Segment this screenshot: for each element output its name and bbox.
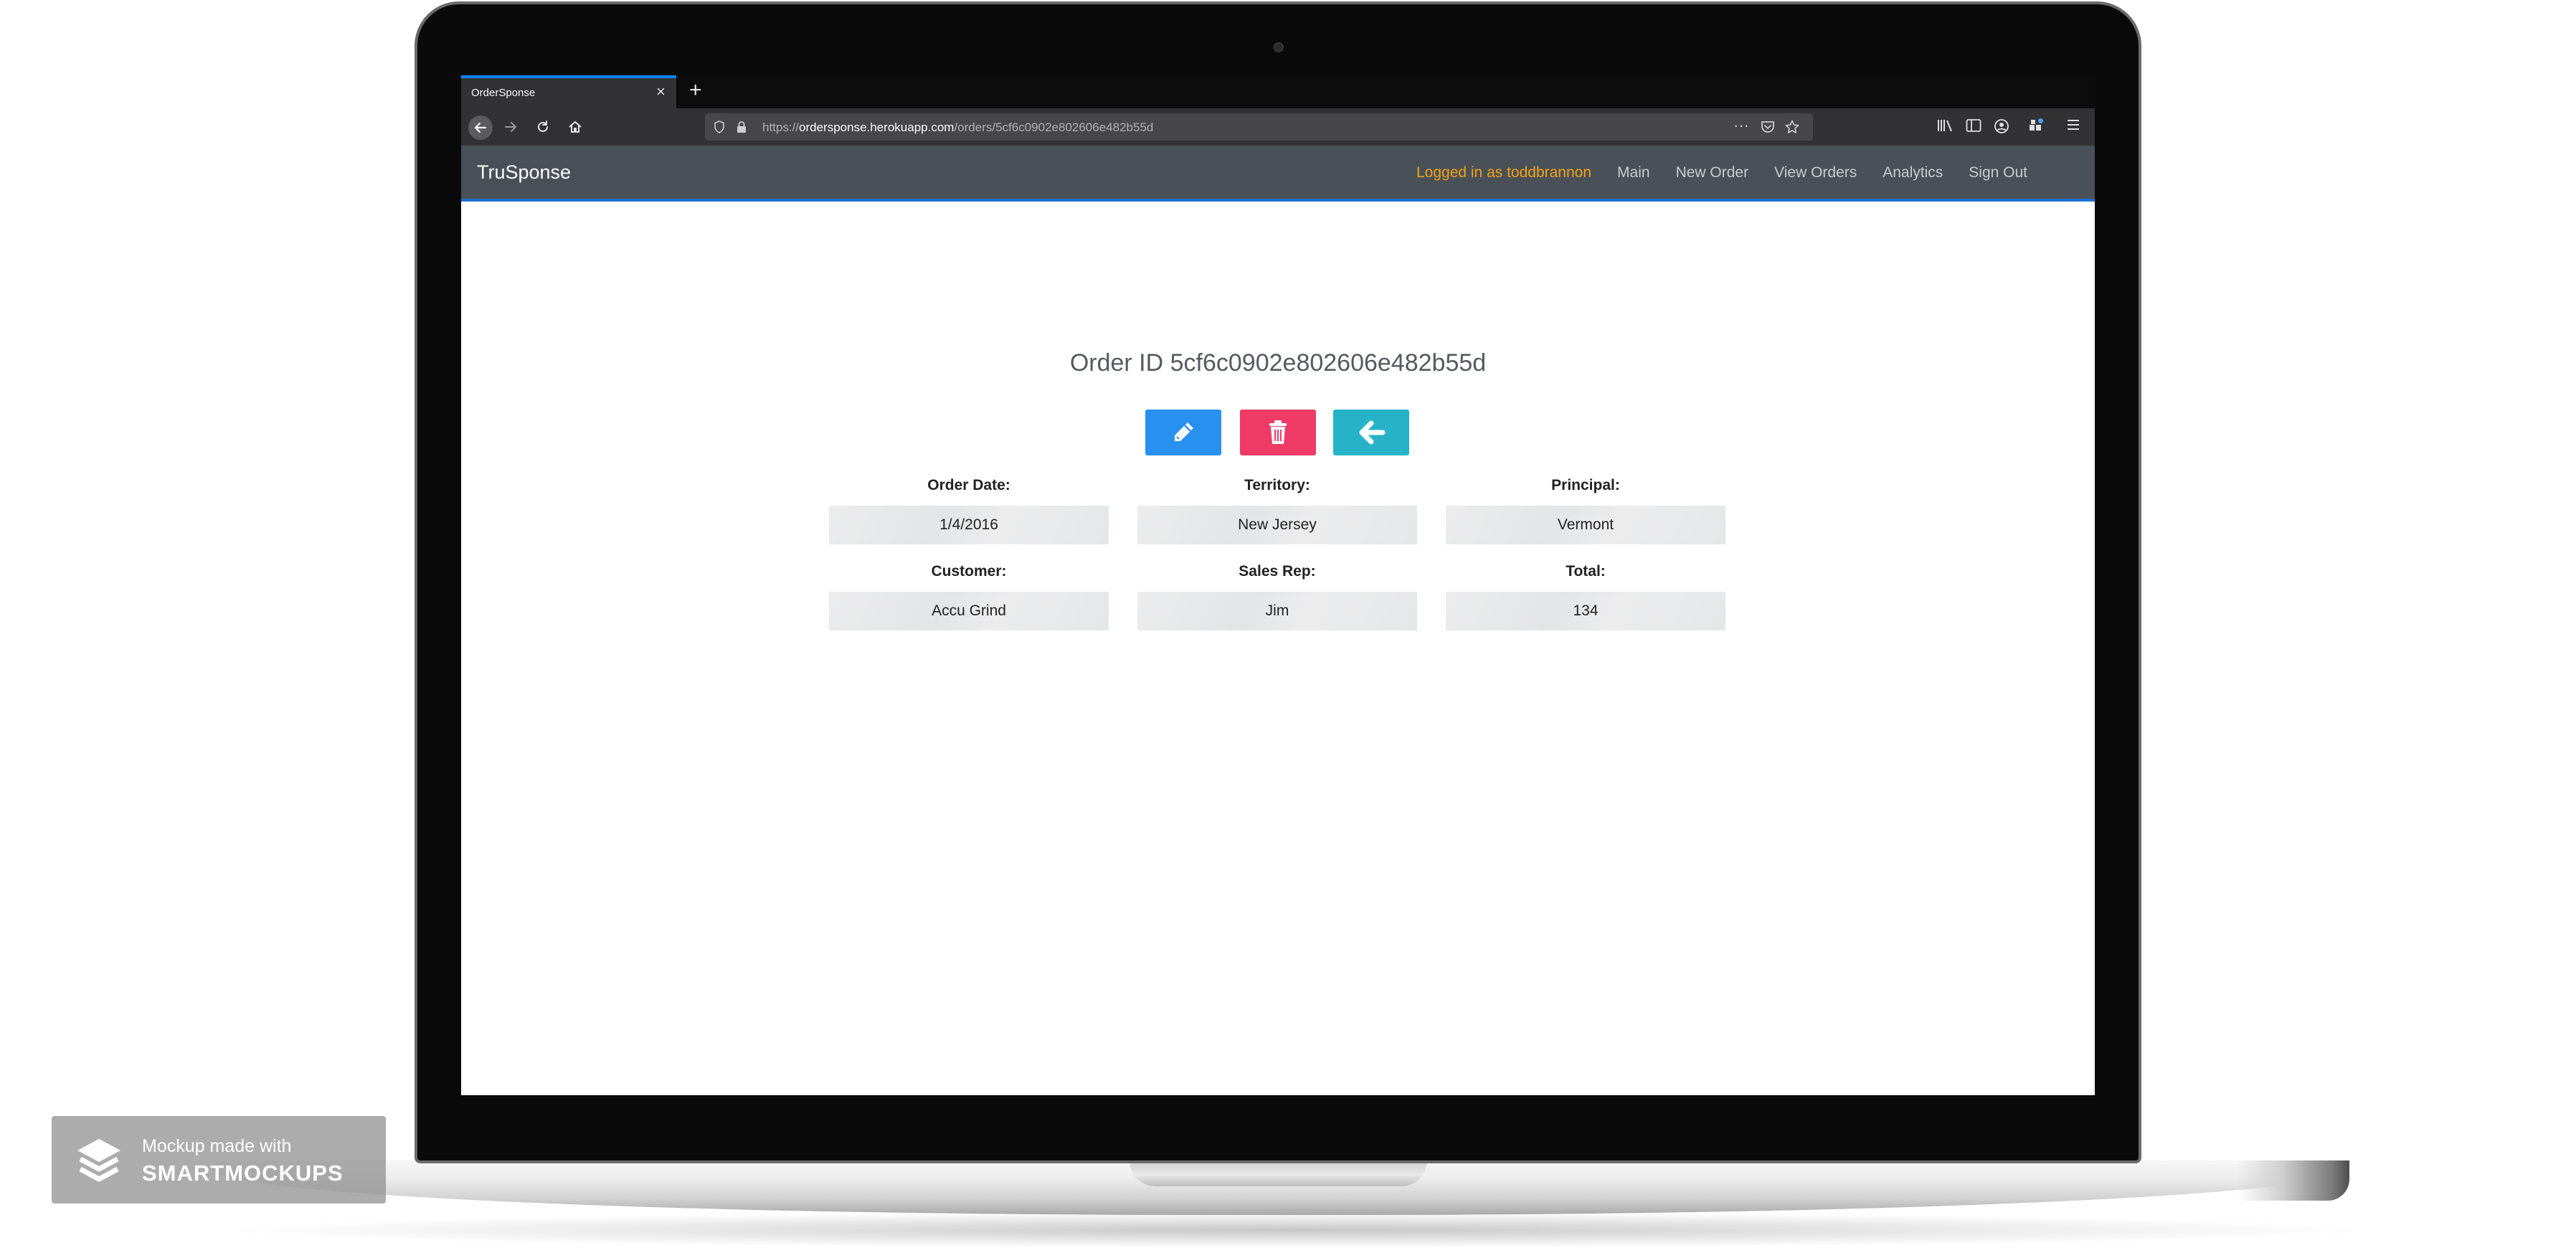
url-path: /orders/5cf6c0902e802606e482b55d: [954, 120, 1154, 134]
customer-label: Customer:: [931, 563, 1007, 580]
url-host: ordersponse.herokuapp.com: [799, 120, 955, 134]
nav-main[interactable]: Main: [1617, 164, 1650, 181]
sales-rep-label: Sales Rep:: [1239, 563, 1316, 580]
nav-view-orders[interactable]: View Orders: [1774, 164, 1857, 181]
pocket-icon[interactable]: [1761, 120, 1775, 133]
bookmark-star-icon[interactable]: [1785, 120, 1799, 134]
tab-title: OrderSponse: [471, 87, 536, 99]
edit-button[interactable]: [1145, 410, 1221, 455]
order-date-value: 1/4/2016: [829, 506, 1109, 544]
reload-button[interactable]: [536, 120, 550, 134]
sidebar-icon[interactable]: [1966, 118, 1981, 133]
hamburger-menu-icon[interactable]: [2066, 118, 2080, 131]
principal-value: Vermont: [1446, 506, 1725, 544]
tab-bar: OrderSponse × +: [461, 75, 2095, 108]
nav-sign-out[interactable]: Sign Out: [1969, 164, 2027, 181]
webcam: [1274, 42, 1284, 52]
url-prefix: https://: [762, 120, 800, 134]
principal-label: Principal:: [1551, 477, 1620, 493]
nav-analytics[interactable]: Analytics: [1883, 164, 1943, 181]
nav-links: Logged in as toddbrannon Main New Order Vie…: [1416, 164, 2027, 181]
home-button[interactable]: [567, 119, 583, 135]
forward-button[interactable]: [504, 120, 517, 133]
total-label: Total:: [1566, 563, 1606, 580]
notification-dot: [2038, 118, 2043, 123]
url-bar[interactable]: https://ordersponse.herokuapp.com/orders…: [705, 113, 1813, 141]
watermark-brand: SMARTMOCKUPS: [142, 1160, 344, 1186]
new-tab-button[interactable]: +: [689, 78, 702, 103]
logged-in-user: Logged in as toddbrannon: [1416, 164, 1592, 181]
arrow-left-icon: [474, 122, 487, 133]
layers-logo-icon: [77, 1139, 120, 1182]
order-date-label: Order Date:: [927, 477, 1010, 493]
app-navbar: TruSponse Logged in as toddbrannon Main Ne…: [461, 146, 2095, 202]
territory-label: Territory:: [1244, 477, 1310, 493]
arrow-left-icon: [1359, 420, 1386, 445]
browser-toolbar: https://ordersponse.herokuapp.com/orders…: [461, 108, 2095, 146]
library-icon[interactable]: [1937, 118, 1954, 133]
back-button[interactable]: [468, 115, 493, 140]
trash-icon: [1269, 420, 1287, 444]
laptop-shadow: [237, 1212, 2352, 1248]
total-value: 134: [1446, 592, 1725, 630]
url-text[interactable]: https://ordersponse.herokuapp.com/orders…: [762, 120, 1153, 135]
shield-icon[interactable]: [714, 120, 725, 133]
tab-ordersponse[interactable]: OrderSponse ×: [461, 75, 676, 108]
sales-rep-value: Jim: [1137, 592, 1417, 630]
back-to-orders-button[interactable]: [1333, 410, 1409, 455]
territory-value: New Jersey: [1137, 506, 1417, 544]
pencil-icon: [1175, 422, 1193, 441]
order-title: Order ID 5cf6c0902e802606e482b55d: [1069, 349, 1487, 377]
nav-new-order[interactable]: New Order: [1676, 164, 1749, 181]
screen: OrderSponse × + https://ordersponse.hero…: [461, 75, 2095, 1095]
laptop-base-edge: [2238, 1160, 2349, 1201]
watermark-line1: Mockup made with: [142, 1136, 292, 1156]
delete-button[interactable]: [1240, 410, 1316, 455]
customer-value: Accu Grind: [829, 592, 1109, 630]
smartmockups-watermark: Mockup made with SMARTMOCKUPS: [52, 1116, 386, 1204]
page-actions-icon[interactable]: ···: [1733, 116, 1749, 135]
lock-icon[interactable]: [737, 120, 747, 133]
laptop-notch: [1130, 1160, 1427, 1186]
account-icon[interactable]: [1994, 118, 2009, 134]
brand-logo[interactable]: TruSponse: [477, 161, 571, 184]
close-tab-icon[interactable]: ×: [656, 84, 666, 100]
